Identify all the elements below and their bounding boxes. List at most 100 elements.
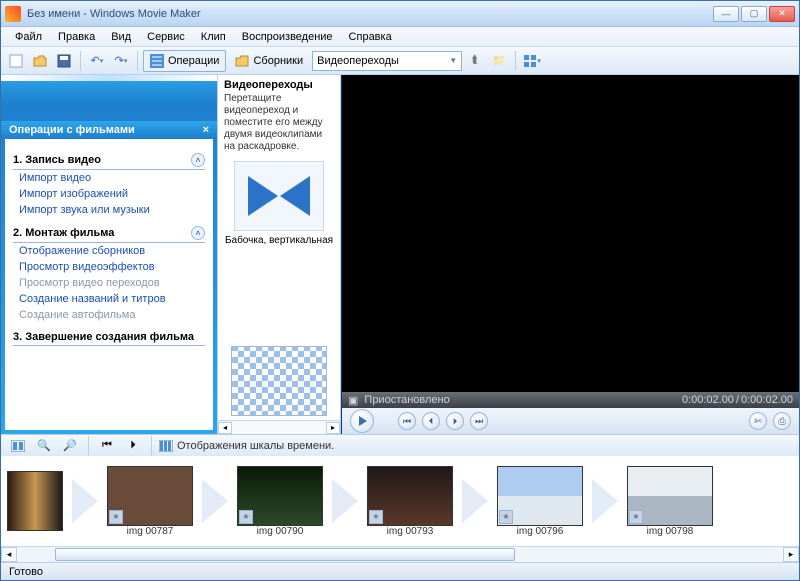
collapse-icon[interactable]: ˄ xyxy=(191,226,205,240)
menu-bar: Файл Правка Вид Сервис Клип Воспроизведе… xyxy=(1,27,799,47)
effect-icon[interactable]: ★ xyxy=(369,510,383,524)
section-1-title: 1. Запись видео xyxy=(13,154,101,166)
play-button[interactable] xyxy=(350,409,374,433)
zoom-in-button[interactable]: 🔍 xyxy=(33,435,55,457)
import-video-link[interactable]: Импорт видео xyxy=(13,170,205,186)
menu-edit[interactable]: Правка xyxy=(50,29,103,45)
main-area: Операции с фильмами × 1. Запись видео ˄ … xyxy=(1,75,799,434)
transition-thumb-2[interactable] xyxy=(231,346,327,416)
close-button[interactable]: ✕ xyxy=(769,6,795,22)
open-button[interactable] xyxy=(29,50,51,72)
section-2-header[interactable]: 2. Монтаж фильма ˄ xyxy=(13,222,205,243)
step-back-button[interactable]: ⏴ xyxy=(422,412,440,430)
preview-pane: ▣ Приостановлено 0:00:02.00 / 0:00:02.00… xyxy=(341,75,799,434)
effect-icon[interactable]: ★ xyxy=(499,510,513,524)
titles-credits-link[interactable]: Создание названий и титров xyxy=(13,291,205,307)
timeline-toolbar: 🔍 🔎 ⏮ ⏵ Отображения шкалы времени. xyxy=(1,434,799,456)
redo-button[interactable]: ↷▾ xyxy=(110,50,132,72)
scroll-left-button[interactable]: ◂ xyxy=(1,547,17,562)
status-bar: Готово xyxy=(1,562,799,580)
clip-label: img 00793 xyxy=(387,526,434,537)
tasks-header-label: Операции с фильмами xyxy=(9,124,135,136)
clip-label: img 00787 xyxy=(127,526,174,537)
menu-view[interactable]: Вид xyxy=(103,29,139,45)
import-images-link[interactable]: Импорт изображений xyxy=(13,186,205,202)
collection-select-value: Видеопереходы xyxy=(317,55,399,67)
paused-icon: ▣ xyxy=(348,394,358,407)
window-title: Без имени - Windows Movie Maker xyxy=(27,8,713,20)
timeline-icon xyxy=(159,440,173,452)
tasks-header: Операции с фильмами × xyxy=(1,121,217,139)
show-collections-link[interactable]: Отображение сборников xyxy=(13,243,205,259)
view-transitions-link[interactable]: Просмотр видео переходов xyxy=(13,275,205,291)
new-button[interactable] xyxy=(5,50,27,72)
step-forward-button[interactable]: ⏵ xyxy=(446,412,464,430)
zoom-out-button[interactable]: 🔎 xyxy=(59,435,81,457)
scroll-left-icon[interactable]: ◂ xyxy=(218,422,232,434)
collapse-icon[interactable]: ˄ xyxy=(191,153,205,167)
preview-status-bar: ▣ Приостановлено 0:00:02.00 / 0:00:02.00 xyxy=(342,392,799,408)
view-mode-button[interactable]: ▾ xyxy=(521,50,543,72)
section-2-title: 2. Монтаж фильма xyxy=(13,227,114,239)
menu-file[interactable]: Файл xyxy=(7,29,50,45)
preview-status: Приостановлено xyxy=(364,394,449,406)
clip-label: img 00790 xyxy=(257,526,304,537)
undo-button[interactable]: ↶▾ xyxy=(86,50,108,72)
transition-slot[interactable] xyxy=(585,471,625,531)
clip-label: img 00796 xyxy=(517,526,564,537)
transition-slot[interactable] xyxy=(65,471,105,531)
menu-playback[interactable]: Воспроизведение xyxy=(234,29,341,45)
status-text: Готово xyxy=(9,566,43,578)
rewind-start-button[interactable]: ⏮ xyxy=(398,412,416,430)
transition-thumb xyxy=(234,161,324,231)
scroll-thumb[interactable] xyxy=(55,548,515,561)
forward-end-button[interactable]: ⏭ xyxy=(470,412,488,430)
play-timeline-button[interactable]: ⏵ xyxy=(122,435,144,457)
collections-title: Видеопереходы xyxy=(224,79,334,93)
up-level-button[interactable]: ⮬ xyxy=(464,50,486,72)
collections-pane: Видеопереходы Перетащите видеопереход и … xyxy=(217,75,341,434)
effect-icon[interactable]: ★ xyxy=(109,510,123,524)
menu-service[interactable]: Сервис xyxy=(139,29,193,45)
transition-slot[interactable] xyxy=(325,471,365,531)
operations-label: Операции xyxy=(168,55,219,67)
collection-select[interactable]: Видеопереходы ▼ xyxy=(312,51,462,71)
view-effects-link[interactable]: Просмотр видеоэффектов xyxy=(13,259,205,275)
storyboard[interactable]: ★ img 00787 ★ img 00790 ★ img 00793 ★ im… xyxy=(1,456,799,546)
time-total: 0:00:02.00 xyxy=(741,394,793,406)
menu-help[interactable]: Справка xyxy=(341,29,400,45)
rewind-timeline-button[interactable]: ⏮ xyxy=(96,435,118,457)
time-current: 0:00:02.00 xyxy=(682,394,734,406)
section-3-header[interactable]: 3. Завершение создания фильма xyxy=(13,327,205,346)
preview-video[interactable] xyxy=(342,75,799,392)
collections-scrollbar[interactable]: ◂ ▸ xyxy=(218,420,340,434)
save-button[interactable] xyxy=(53,50,75,72)
minimize-button[interactable]: — xyxy=(713,6,739,22)
checklist-icon xyxy=(150,54,164,68)
transition-slot[interactable] xyxy=(455,471,495,531)
scroll-right-button[interactable]: ▸ xyxy=(783,547,799,562)
scroll-right-icon[interactable]: ▸ xyxy=(326,422,340,434)
maximize-button[interactable]: ▢ xyxy=(741,6,767,22)
new-folder-button[interactable]: 📁 xyxy=(488,50,510,72)
menu-clip[interactable]: Клип xyxy=(193,29,234,45)
transition-item[interactable]: Бабочка, вертикальная xyxy=(224,161,334,246)
switch-view-button[interactable] xyxy=(7,435,29,457)
tasks-close-icon[interactable]: × xyxy=(203,124,209,136)
clip-thumb[interactable] xyxy=(7,471,63,531)
transition-slot[interactable] xyxy=(195,471,235,531)
section-1-header[interactable]: 1. Запись видео ˄ xyxy=(13,149,205,170)
timeline-scrollbar[interactable]: ◂ ▸ xyxy=(1,546,799,562)
import-audio-link[interactable]: Импорт звука или музыки xyxy=(13,202,205,218)
effect-icon[interactable]: ★ xyxy=(629,510,643,524)
operations-button[interactable]: Операции xyxy=(143,50,226,72)
chevron-down-icon: ▼ xyxy=(449,56,457,65)
automovie-link[interactable]: Создание автофильма xyxy=(13,307,205,323)
toolbar: ↶▾ ↷▾ Операции Сборники Видеопереходы ▼ … xyxy=(1,47,799,75)
split-button[interactable]: ✄ xyxy=(749,412,767,430)
collections-button[interactable]: Сборники xyxy=(228,50,310,72)
snapshot-button[interactable]: ⎙ xyxy=(773,412,791,430)
effect-icon[interactable]: ★ xyxy=(239,510,253,524)
app-icon xyxy=(5,6,21,22)
title-bar: Без имени - Windows Movie Maker — ▢ ✕ xyxy=(1,1,799,27)
